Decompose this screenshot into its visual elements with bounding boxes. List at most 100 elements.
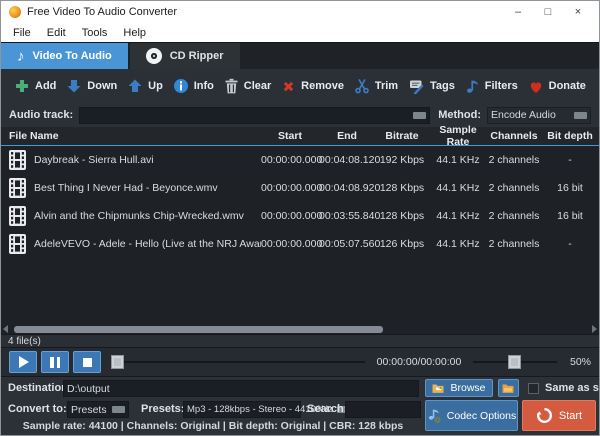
search-label: Search: bbox=[307, 403, 347, 415]
arrow-down-icon bbox=[66, 78, 82, 94]
tab-video-to-audio[interactable]: ♪ Video To Audio bbox=[1, 43, 128, 69]
presets-select[interactable]: Mp3 - 128kbps - Stereo - 44100Hz bbox=[183, 401, 301, 418]
info-icon bbox=[173, 78, 189, 94]
col-start[interactable]: Start bbox=[261, 130, 319, 142]
scroll-left-icon[interactable] bbox=[3, 325, 8, 333]
pause-button[interactable] bbox=[41, 351, 69, 373]
up-button[interactable]: Up bbox=[124, 76, 166, 96]
method-label: Method: bbox=[438, 109, 481, 121]
tab-label: CD Ripper bbox=[170, 50, 224, 62]
seek-track[interactable] bbox=[111, 361, 365, 363]
tool-label: Up bbox=[148, 80, 163, 92]
file-name: Alvin and the Chipmunks Chip-Wrecked.wmv bbox=[26, 210, 244, 222]
col-channels[interactable]: Channels bbox=[487, 130, 541, 142]
menu-file[interactable]: File bbox=[5, 27, 39, 39]
play-icon bbox=[19, 356, 29, 368]
tag-pen-icon bbox=[408, 78, 425, 94]
play-button[interactable] bbox=[9, 351, 37, 373]
audio-track-input[interactable] bbox=[83, 109, 409, 121]
time-display: 00:00:00/00:00:00 bbox=[369, 356, 469, 368]
table-header: File Name Start End Bitrate Sample Rate … bbox=[1, 127, 599, 146]
tags-button[interactable]: Tags bbox=[405, 76, 458, 96]
close-button[interactable]: × bbox=[563, 2, 593, 22]
cell-bit-depth: 16 bit bbox=[541, 182, 599, 194]
seek-thumb[interactable] bbox=[111, 355, 124, 369]
col-bitrate[interactable]: Bitrate bbox=[375, 130, 429, 142]
scrollbar-thumb[interactable] bbox=[14, 326, 383, 333]
add-button[interactable]: Add bbox=[11, 76, 59, 96]
main-toolbar: Add Down Up Info Clear Remove Trim Tags bbox=[1, 69, 599, 103]
table-row[interactable]: Daybreak - Sierra Hull.avi 00:00:00.000 … bbox=[1, 146, 599, 174]
table-row[interactable]: Alvin and the Chipmunks Chip-Wrecked.wmv… bbox=[1, 202, 599, 230]
cell-channels: 2 channels bbox=[487, 238, 541, 250]
cell-channels: 2 channels bbox=[487, 154, 541, 166]
convert-to-dropdown-icon[interactable] bbox=[112, 406, 125, 413]
audio-track-field[interactable] bbox=[79, 107, 430, 124]
tool-label: Down bbox=[87, 80, 117, 92]
stop-icon bbox=[83, 358, 92, 367]
seek-slider[interactable] bbox=[111, 351, 365, 373]
start-button[interactable]: Start bbox=[522, 400, 596, 431]
clear-button[interactable]: Clear bbox=[221, 76, 275, 96]
trim-button[interactable]: Trim bbox=[351, 76, 401, 96]
title-bar: Free Video To Audio Converter – □ × bbox=[1, 1, 599, 23]
menu-tools[interactable]: Tools bbox=[74, 27, 116, 39]
tool-label: Filters bbox=[485, 80, 518, 92]
cell-bitrate: 192 Kbps bbox=[375, 154, 429, 166]
search-input[interactable] bbox=[349, 404, 417, 416]
cell-bit-depth: 16 bit bbox=[541, 210, 599, 222]
filters-button[interactable]: Filters bbox=[462, 76, 521, 96]
cell-bit-depth: - bbox=[541, 154, 599, 166]
scroll-right-icon[interactable] bbox=[592, 325, 597, 333]
method-value: Encode Audio bbox=[491, 109, 556, 121]
donate-button[interactable]: Donate bbox=[525, 77, 589, 96]
codec-options-button[interactable]: Codec Options bbox=[425, 400, 518, 431]
same-as-source-checkbox[interactable] bbox=[528, 383, 539, 394]
status-bar: 4 file(s) bbox=[1, 334, 599, 347]
maximize-button[interactable]: □ bbox=[533, 2, 563, 22]
info-button[interactable]: Info bbox=[170, 76, 217, 96]
browse-button[interactable]: Browse bbox=[425, 379, 493, 397]
destination-input[interactable] bbox=[67, 383, 415, 395]
add-icon bbox=[14, 78, 30, 94]
table-row[interactable]: Best Thing I Never Had - Beyonce.wmv 00:… bbox=[1, 174, 599, 202]
col-end[interactable]: End bbox=[319, 130, 375, 142]
tab-cd-ripper[interactable]: CD Ripper bbox=[130, 43, 240, 69]
file-name: Best Thing I Never Had - Beyonce.wmv bbox=[26, 182, 218, 194]
horizontal-scrollbar[interactable] bbox=[1, 324, 599, 334]
search-field[interactable] bbox=[345, 401, 421, 418]
col-bit-depth[interactable]: Bit depth bbox=[541, 130, 599, 142]
menu-bar: File Edit Tools Help bbox=[1, 23, 599, 42]
window-controls: – □ × bbox=[503, 2, 593, 22]
menu-edit[interactable]: Edit bbox=[39, 27, 74, 39]
codec-options-label: Codec Options bbox=[447, 410, 516, 422]
cell-channels: 2 channels bbox=[487, 182, 541, 194]
music-filter-icon bbox=[465, 78, 480, 94]
file-list: File Name Start End Bitrate Sample Rate … bbox=[1, 127, 599, 334]
col-sample-rate[interactable]: Sample Rate bbox=[429, 124, 487, 148]
audio-track-dropdown-icon[interactable] bbox=[413, 112, 426, 119]
refresh-icon bbox=[536, 407, 553, 424]
method-dropdown-icon[interactable] bbox=[574, 112, 587, 119]
tab-label: Video To Audio bbox=[33, 50, 112, 62]
convert-to-select[interactable]: Presets bbox=[67, 401, 129, 418]
destination-field[interactable] bbox=[63, 380, 419, 397]
arrow-up-icon bbox=[127, 78, 143, 94]
down-button[interactable]: Down bbox=[63, 76, 120, 96]
pause-icon bbox=[50, 357, 60, 368]
menu-help[interactable]: Help bbox=[115, 27, 154, 39]
scrollbar-track[interactable] bbox=[12, 326, 588, 333]
minimize-button[interactable]: – bbox=[503, 2, 533, 22]
open-folder-button[interactable] bbox=[498, 379, 519, 397]
volume-thumb[interactable] bbox=[508, 355, 521, 369]
table-row[interactable]: AdeleVEVO - Adele - Hello (Live at the N… bbox=[1, 230, 599, 258]
heart-icon bbox=[528, 79, 544, 94]
stop-button[interactable] bbox=[73, 351, 101, 373]
col-file-name[interactable]: File Name bbox=[1, 130, 261, 142]
volume-slider[interactable] bbox=[473, 351, 557, 373]
cell-end: 00:05:07.560 bbox=[319, 238, 375, 250]
cell-end: 00:04:08.920 bbox=[319, 182, 375, 194]
method-select[interactable]: Encode Audio bbox=[487, 107, 591, 124]
cell-channels: 2 channels bbox=[487, 210, 541, 222]
remove-button[interactable]: Remove bbox=[278, 77, 347, 96]
